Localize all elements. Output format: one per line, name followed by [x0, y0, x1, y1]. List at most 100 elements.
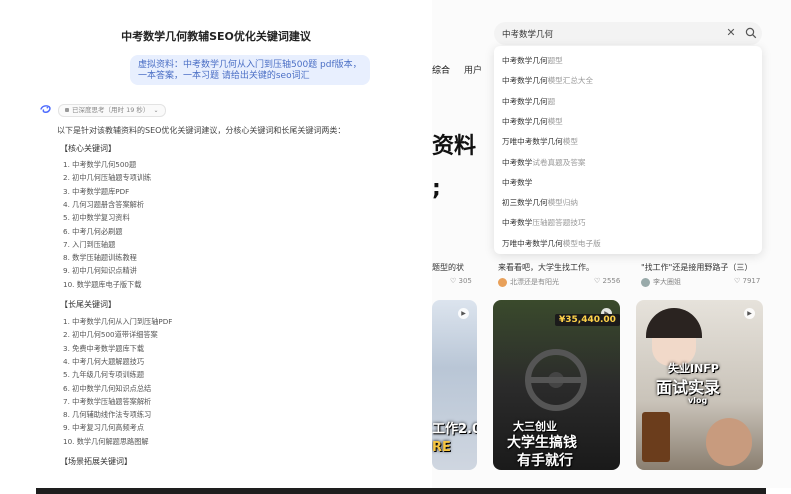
card-likes-2[interactable]: ♡ 2556: [594, 277, 620, 285]
heart-icon: ♡: [594, 277, 601, 285]
core-keyword-item: 9. 初中几何知识点精讲: [63, 266, 137, 276]
search-suggestion-item[interactable]: 中考数学几何题型: [502, 55, 563, 66]
assistant-logo-icon: [40, 105, 51, 113]
thumbnail-3[interactable]: ▶ 失业INFP 面试实录 vlog: [636, 300, 763, 470]
section-core-heading: 【核心关键词】: [60, 144, 116, 153]
long-keyword-item: 4. 中考几何大题解题技巧: [63, 356, 145, 366]
suggestion-completion: 题: [547, 96, 556, 106]
long-keyword-item: 3. 免费中考数学题库下载: [63, 343, 145, 353]
thinking-status-chip[interactable]: 已深度思考（用时 19 秒） ⌄: [58, 104, 166, 117]
core-keyword-item: 2. 初中几何压轴题专项训练: [63, 173, 152, 183]
suggestion-match: 中考数学: [502, 177, 533, 187]
person-face: [706, 418, 752, 466]
thumbnail-overlay-text: 有手就行: [517, 453, 573, 469]
suggestion-completion: 题型: [547, 56, 563, 65]
steering-wheel-illustration: [525, 349, 587, 411]
user-message-bubble: 虚拟资料：中考数学几何从入门到压轴500题 pdf版本，一本答案，一本习题 请给…: [130, 55, 370, 85]
suggestion-completion: 模型: [562, 137, 578, 147]
screen: 中考数学几何教辅SEO优化关键词建议 虚拟资料：中考数学几何从入门到压轴500题…: [0, 0, 791, 494]
long-keyword-item: 9. 中考复习几何高频考点: [63, 423, 145, 433]
long-keyword-item: 1. 中考数学几何从入门到压轴PDF: [63, 317, 173, 326]
thumbnail-2[interactable]: ▶ ¥35,440.00 大三创业 大学生搞钱 有手就行: [493, 300, 620, 470]
suggestion-match: 中考数学几何: [502, 116, 548, 126]
card-title-2[interactable]: 来看看吧，大学生找工作。: [498, 262, 594, 273]
suggestion-match: 万唯中考数学几何: [502, 137, 563, 147]
thumbnail-overlay-text: RE: [432, 440, 451, 455]
thumbnail-overlay-text: 大学生搞钱: [507, 435, 577, 451]
search-box[interactable]: ✕: [494, 22, 762, 45]
long-keyword-item: 6. 初中数学几何知识点总结: [63, 383, 152, 393]
suggestion-match: 中考数学: [502, 157, 533, 167]
suggestion-match: 中考数学几何: [502, 76, 548, 86]
taskbar: [36, 488, 766, 494]
close-icon[interactable]: ✕: [725, 27, 737, 39]
chat-pane: 中考数学几何教辅SEO优化关键词建议 虚拟资料：中考数学几何从入门到压轴500题…: [0, 0, 432, 488]
thinking-icon: [65, 108, 69, 112]
suggestion-match: 中考数学几何: [502, 96, 548, 106]
core-keyword-item: 6. 中考几何必刷题: [63, 226, 123, 236]
suggestion-match: 中考数学几何: [502, 56, 548, 65]
avatar: [498, 277, 507, 287]
search-icon[interactable]: [745, 27, 757, 39]
chevron-down-icon: ⌄: [153, 107, 159, 114]
search-suggestions-dropdown: 中考数学几何题型 中考数学几何模型汇总大全 中考数学几何题 中考数学几何模型 万唯中考数…: [494, 46, 762, 254]
core-keyword-item: 7. 入门到压轴题: [63, 239, 116, 249]
search-suggestion-item[interactable]: 中考数学压轴题答题技巧: [502, 217, 586, 228]
section-long-heading: 【长尾关键词】: [60, 300, 116, 309]
suggestion-match: 初三数学几何: [502, 198, 548, 208]
thumbnail-overlay-text: 工作2.0: [432, 422, 477, 437]
avatar: [641, 277, 650, 287]
card-title-3[interactable]: "找工作"还是接用野路子（三）: [641, 262, 752, 273]
thinking-label: 已深度思考（用时 19 秒）: [72, 106, 150, 114]
thumbnail-overlay-text: 面试实录: [656, 378, 721, 397]
heart-icon: ♡: [450, 277, 457, 285]
search-suggestion-item[interactable]: 中考数学试卷真题及答案: [502, 157, 586, 168]
search-suggestion-item[interactable]: 万唯中考数学几何模型: [502, 136, 578, 147]
card-author-3[interactable]: 李大圈姐: [641, 277, 681, 287]
coffee-cup: [642, 412, 670, 462]
long-keyword-item: 7. 中考数学压轴题答案解析: [63, 396, 152, 406]
chat-title: 中考数学几何教辅SEO优化关键词建议: [121, 30, 311, 43]
core-keyword-item: 5. 初中数学复习资料: [63, 213, 130, 223]
answer-intro: 以下是针对该教辅资料的SEO优化关键词建议，分核心关键词和长尾关键词两类：: [57, 126, 346, 135]
search-suggestion-item[interactable]: 中考数学几何模型: [502, 116, 563, 127]
play-icon: ▶: [744, 308, 755, 319]
long-keyword-item: 5. 九年级几何专项训练题: [63, 370, 145, 380]
search-input[interactable]: [502, 26, 712, 41]
suggestion-match: 中考数学: [502, 218, 533, 228]
core-keyword-item: 8. 数学压轴题训练教程: [63, 253, 137, 263]
card-likes-1[interactable]: ♡ 305: [450, 277, 472, 285]
card-author-2[interactable]: 北漂还是有阳光: [498, 277, 559, 287]
card-title-1[interactable]: 题型的状: [432, 262, 464, 273]
search-suggestion-item[interactable]: 中考数学: [502, 177, 532, 188]
core-keyword-item: 1. 中考数学几何500题: [63, 160, 137, 169]
suggestion-completion: 模型电子版: [562, 238, 601, 248]
suggestion-completion: 压轴题答题技巧: [532, 218, 586, 228]
result-tabs: 综合 用户: [432, 63, 496, 76]
person-hair: [646, 308, 702, 338]
search-suggestion-item[interactable]: 初三数学几何模型归纳: [502, 197, 578, 208]
suggestion-match: 万唯中考数学几何: [502, 238, 563, 248]
suggestion-completion: 模型归纳: [547, 198, 578, 208]
core-keyword-item: 10. 数学题库电子版下载: [63, 279, 142, 289]
tab-all[interactable]: 综合: [432, 63, 450, 76]
search-suggestion-item[interactable]: 万唯中考数学几何模型电子版: [502, 238, 601, 249]
play-icon: ▶: [458, 308, 469, 319]
thumbnail-1[interactable]: ▶ 工作2.0 RE: [432, 300, 477, 470]
price-tag: ¥35,440.00: [555, 314, 620, 326]
thumbnail-overlay-text: vlog: [688, 396, 708, 405]
search-suggestion-item[interactable]: 中考数学几何模型汇总大全: [502, 75, 593, 86]
long-keyword-item: 8. 几何辅助线作法专项练习: [63, 410, 152, 420]
card-likes-3[interactable]: ♡ 7917: [734, 277, 760, 285]
section-scene-heading: 【场景拓展关键词】: [60, 457, 132, 466]
suggestion-completion: 模型汇总大全: [547, 76, 594, 86]
tab-users[interactable]: 用户: [464, 63, 482, 76]
core-keyword-item: 3. 中考数学题库PDF: [63, 186, 130, 196]
long-keyword-item: 10. 数学几何解题思路图解: [63, 436, 149, 446]
suggestion-completion: 试卷真题及答案: [532, 157, 586, 167]
heart-icon: ♡: [734, 277, 741, 285]
suggestion-completion: 模型: [547, 116, 563, 126]
search-suggestion-item[interactable]: 中考数学几何题: [502, 96, 555, 107]
core-keyword-item: 4. 几何习题册含答案解析: [63, 199, 145, 209]
result-cover-symbol: ;: [432, 176, 441, 201]
